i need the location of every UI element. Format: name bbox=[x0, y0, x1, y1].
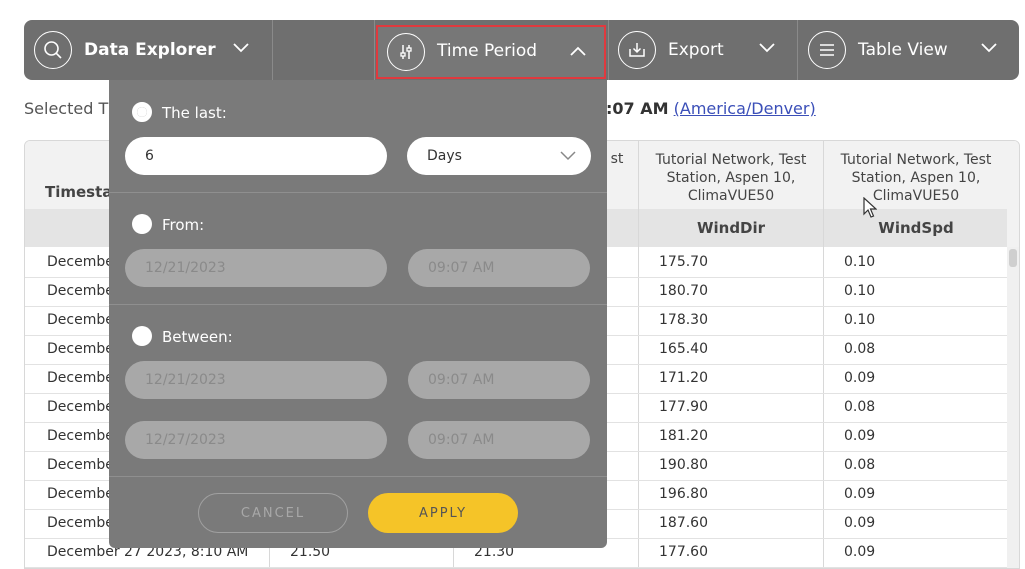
between-end-time-input[interactable]: 09:07 AM bbox=[408, 421, 590, 459]
toolbar-divider bbox=[374, 20, 375, 80]
between-label: Between: bbox=[162, 328, 233, 346]
chevron-down-icon[interactable] bbox=[980, 42, 998, 54]
table-view-label: Table View bbox=[858, 40, 948, 60]
chevron-up-icon bbox=[570, 46, 586, 56]
last-count-input[interactable]: 6 bbox=[125, 137, 387, 175]
table-view-menu[interactable]: Table View bbox=[808, 20, 948, 80]
export-menu[interactable]: Export bbox=[618, 20, 724, 80]
windspd-source: Tutorial Network, Test Station, Aspen 10… bbox=[840, 152, 992, 204]
from-time-input[interactable]: 09:07 AM bbox=[408, 249, 590, 287]
section-divider bbox=[109, 304, 607, 305]
cancel-button[interactable]: CANCEL bbox=[198, 493, 348, 533]
radio-between[interactable] bbox=[132, 326, 152, 346]
toolbar-divider bbox=[797, 20, 798, 80]
winddir-source: Tutorial Network, Test Station, Aspen 10… bbox=[655, 152, 807, 204]
sliders-icon bbox=[387, 33, 425, 71]
radio-from[interactable] bbox=[132, 214, 152, 234]
chevron-down-icon bbox=[560, 151, 576, 161]
toolbar-divider bbox=[272, 20, 273, 80]
mouse-cursor-icon bbox=[863, 197, 877, 218]
time-period-label: Time Period bbox=[437, 41, 538, 61]
chevron-down-icon[interactable] bbox=[232, 42, 250, 54]
selected-time-value: :07 AM (America/Denver) bbox=[606, 99, 816, 118]
scrollbar-thumb[interactable] bbox=[1009, 249, 1017, 267]
unit-select[interactable]: Days bbox=[407, 137, 591, 175]
from-label: From: bbox=[162, 216, 205, 234]
timezone-link[interactable]: (America/Denver) bbox=[674, 99, 816, 118]
time-period-button[interactable]: Time Period bbox=[376, 25, 606, 79]
from-date-input[interactable]: 12/21/2023 bbox=[125, 249, 387, 287]
partial-header: st bbox=[610, 151, 624, 167]
list-icon bbox=[808, 31, 846, 69]
table-scrollbar[interactable] bbox=[1007, 247, 1019, 568]
export-label: Export bbox=[668, 40, 724, 60]
section-divider bbox=[109, 476, 607, 477]
search-icon bbox=[34, 31, 72, 69]
download-icon bbox=[618, 31, 656, 69]
between-end-date-input[interactable]: 12/27/2023 bbox=[125, 421, 387, 459]
between-start-time-input[interactable]: 09:07 AM bbox=[408, 361, 590, 399]
selected-time-suffix: :07 AM bbox=[606, 99, 669, 118]
the-last-label: The last: bbox=[162, 104, 227, 122]
chevron-down-icon[interactable] bbox=[758, 42, 776, 54]
winddir-header[interactable]: WindDir bbox=[639, 219, 823, 237]
windspd-header[interactable]: WindSpd bbox=[824, 219, 1008, 237]
apply-button[interactable]: APPLY bbox=[368, 493, 518, 533]
between-start-date-input[interactable]: 12/21/2023 bbox=[125, 361, 387, 399]
data-explorer-label: Data Explorer bbox=[84, 40, 216, 60]
selected-time-prefix: Selected T bbox=[24, 99, 109, 118]
data-explorer-menu[interactable]: Data Explorer bbox=[34, 20, 216, 80]
radio-the-last[interactable] bbox=[132, 102, 152, 122]
unit-select-value: Days bbox=[427, 148, 462, 164]
toolbar-divider bbox=[608, 20, 609, 80]
section-divider bbox=[109, 192, 607, 193]
time-period-popover: The last: 6 Days From: 12/21/2023 09:07 … bbox=[109, 80, 607, 548]
